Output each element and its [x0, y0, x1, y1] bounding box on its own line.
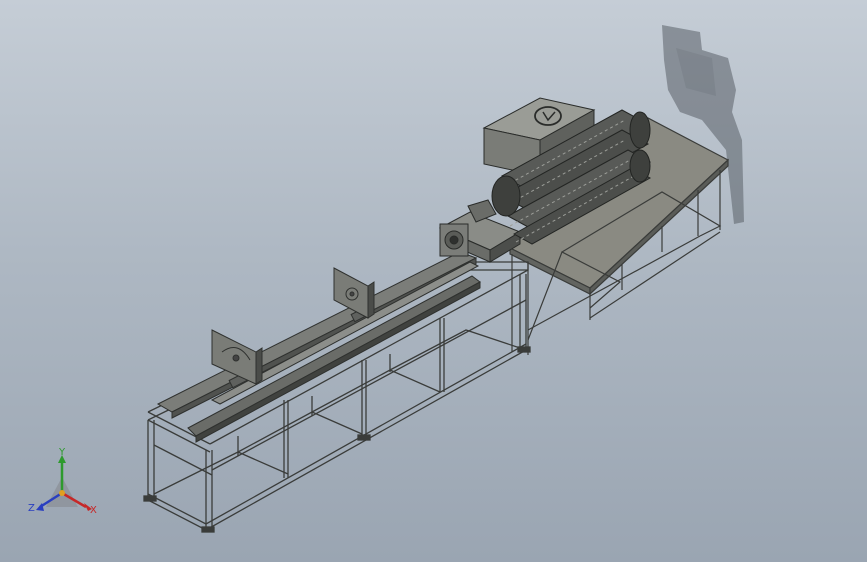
triad-z-label: Z: [28, 503, 35, 514]
3d-graphics-viewport[interactable]: Y X Z: [0, 0, 867, 562]
view-orientation-triad[interactable]: Y X Z: [22, 445, 112, 525]
triad-y-label: Y: [59, 447, 66, 458]
linear-rail: [156, 251, 481, 443]
guide-plate-right: [333, 267, 375, 319]
triad-axes: [36, 455, 92, 511]
machine-assembly-model[interactable]: [0, 0, 867, 562]
triad-x-label: X: [90, 505, 97, 516]
